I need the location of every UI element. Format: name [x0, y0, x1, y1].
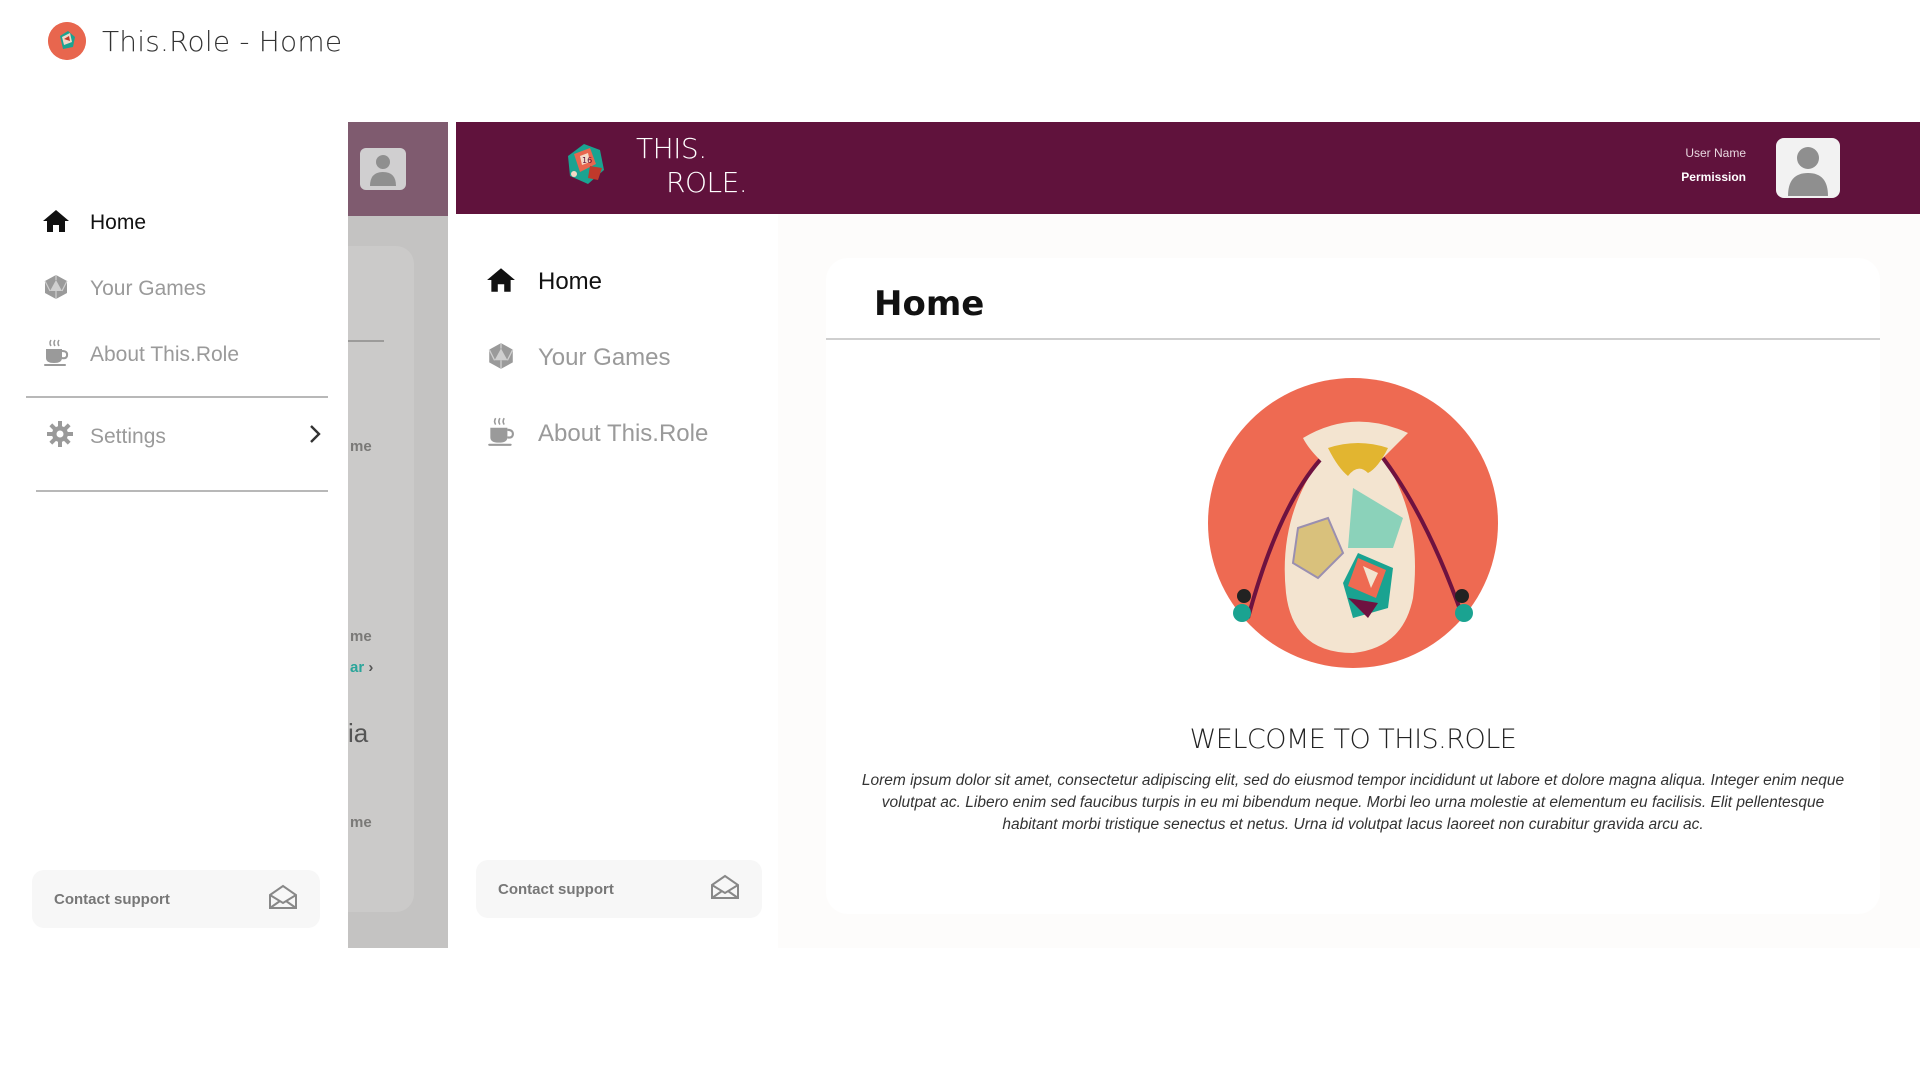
- sidebar-item-your-games[interactable]: Your Games: [486, 320, 708, 396]
- dice-bag-illustration: [1208, 378, 1498, 668]
- mobile-frame: me me ar › ia me Home Your Games About T…: [2, 122, 448, 948]
- sidebar-item-label: Home: [538, 268, 603, 295]
- window-title: This.Role - Home: [102, 24, 343, 58]
- d20-icon: [486, 341, 516, 376]
- chevron-right-icon: ›: [364, 659, 374, 676]
- dimmed-card: [348, 246, 414, 912]
- home-icon: [486, 266, 516, 299]
- user-permission: Permission: [1681, 170, 1746, 184]
- dice-logo-icon: 16: [560, 136, 616, 197]
- sidebar: Home Your Games About This.Role Contact …: [456, 214, 778, 948]
- mobile-nav-home[interactable]: Home: [42, 190, 239, 256]
- mobile-nav-about[interactable]: About This.Role: [42, 322, 239, 388]
- dimmed-divider: [348, 340, 384, 342]
- sidebar-nav: Home Your Games About This.Role: [486, 244, 708, 472]
- desktop-frame: 16 THIS. ROLE. User Name Permission Home…: [456, 122, 1920, 948]
- sidebar-item-label: Your Games: [538, 344, 671, 371]
- dimmed-fragment: ia: [348, 718, 369, 748]
- dimmed-fragment: me: [350, 628, 372, 645]
- brand-line-1: THIS.: [636, 132, 707, 165]
- app-logo-icon: [48, 22, 86, 60]
- user-avatar-icon[interactable]: [1776, 138, 1840, 198]
- drawer-divider: [36, 490, 328, 492]
- mobile-drawer: Home Your Games About This.Role Settings…: [2, 122, 348, 948]
- support-label: Contact support: [498, 880, 614, 898]
- mobile-nav-label: Home: [90, 211, 147, 234]
- envelope-icon: [268, 884, 298, 915]
- support-label: Contact support: [54, 890, 170, 908]
- sidebar-item-about[interactable]: About This.Role: [486, 396, 708, 472]
- envelope-icon: [710, 874, 740, 905]
- coffee-icon: [42, 338, 70, 373]
- welcome-body: Lorem ipsum dolor sit amet, consectetur …: [861, 772, 1845, 833]
- chevron-right-icon: [308, 423, 322, 450]
- sidebar-item-label: About This.Role: [538, 420, 709, 447]
- document-title: This.Role - Home: [48, 22, 342, 60]
- app-header: 16 THIS. ROLE. User Name Permission: [456, 122, 1920, 214]
- contact-support-button[interactable]: Contact support: [476, 860, 762, 918]
- dimmed-fragment: ar: [350, 659, 365, 676]
- brand-wordmark: THIS. ROLE.: [636, 132, 748, 200]
- mobile-nav-label: About This.Role: [90, 343, 240, 366]
- brand-line-2: ROLE.: [666, 166, 748, 199]
- mobile-nav: Home Your Games About This.Role: [42, 190, 239, 388]
- drawer-divider: [26, 396, 328, 398]
- d20-icon: [42, 273, 70, 306]
- settings-label: Settings: [90, 424, 166, 448]
- title-divider: [826, 338, 1880, 340]
- contact-support-button[interactable]: Contact support: [32, 870, 320, 928]
- svg-text:16: 16: [582, 156, 592, 165]
- gear-icon: [46, 420, 74, 453]
- mobile-nav-label: Your Games: [90, 277, 206, 300]
- dimmed-fragment: me: [350, 814, 372, 831]
- page-title: Home: [874, 284, 985, 324]
- home-icon: [42, 208, 70, 239]
- dimmed-avatar-icon: [360, 148, 406, 190]
- user-info: User Name Permission: [1681, 146, 1746, 184]
- home-card: Home WELCOME TO THIS.ROLE Lorem ipsum do…: [826, 258, 1880, 914]
- dimmed-fragment: me: [350, 438, 372, 455]
- welcome-heading: WELCOME TO THIS.ROLE: [1189, 724, 1517, 755]
- coffee-icon: [486, 416, 516, 453]
- sidebar-item-home[interactable]: Home: [486, 244, 708, 320]
- user-name: User Name: [1685, 146, 1746, 160]
- mobile-nav-your-games[interactable]: Your Games: [42, 256, 239, 322]
- settings-item[interactable]: Settings: [46, 420, 322, 453]
- brand-logo[interactable]: 16 THIS. ROLE.: [560, 132, 748, 200]
